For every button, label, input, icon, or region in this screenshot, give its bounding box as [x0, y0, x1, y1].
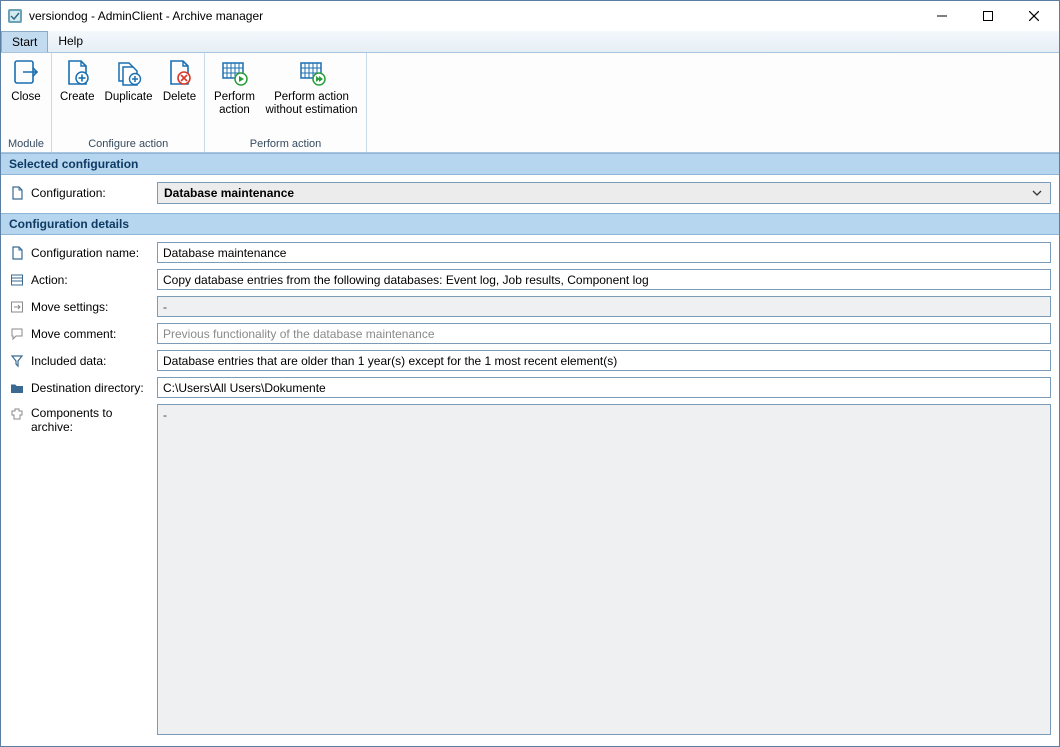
ribbon-group-label: Perform action [209, 137, 361, 152]
app-icon [7, 8, 23, 24]
ribbon-btn-label: Perform action without estimation [265, 91, 357, 117]
window-title: versiondog - AdminClient - Archive manag… [29, 9, 919, 23]
duplicate-button[interactable]: Duplicate [101, 55, 157, 106]
config-name-field[interactable] [157, 242, 1051, 263]
close-icon [1029, 11, 1039, 21]
menu-start[interactable]: Start [1, 31, 48, 52]
chevron-down-icon [1032, 188, 1050, 198]
perform-icon [218, 57, 250, 89]
delete-button[interactable]: Delete [158, 55, 200, 106]
perform-noest-icon [296, 57, 328, 89]
titlebar: versiondog - AdminClient - Archive manag… [1, 1, 1059, 31]
minimize-button[interactable] [919, 1, 965, 31]
action-icon [9, 272, 25, 288]
close-button[interactable]: Close [5, 55, 47, 106]
ribbon-btn-label: Duplicate [105, 91, 153, 104]
destination-field[interactable] [157, 377, 1051, 398]
included-data-field[interactable] [157, 350, 1051, 371]
move-settings-icon [9, 299, 25, 315]
minimize-icon [937, 11, 947, 21]
doc-dup-icon [113, 57, 145, 89]
ribbon-group-label: Configure action [56, 137, 200, 152]
move-comment-label: Move comment: [31, 327, 151, 341]
ribbon-btn-label: Create [60, 91, 95, 104]
components-icon [9, 406, 25, 422]
document-icon [9, 245, 25, 261]
maximize-button[interactable] [965, 1, 1011, 31]
ribbon-group-module: Close Module [1, 53, 52, 152]
comment-icon [9, 326, 25, 342]
ribbon-btn-label: Perform action [214, 91, 255, 117]
window-controls [919, 1, 1057, 31]
config-name-label: Configuration name: [31, 246, 151, 260]
perform-no-estimation-button[interactable]: Perform action without estimation [261, 55, 361, 119]
maximize-icon [983, 11, 993, 21]
perform-action-button[interactable]: Perform action [209, 55, 259, 119]
configuration-dropdown-value: Database maintenance [158, 186, 1032, 200]
close-window-button[interactable] [1011, 1, 1057, 31]
close-module-icon [10, 57, 42, 89]
included-data-label: Included data: [31, 354, 151, 368]
menu-help[interactable]: Help [48, 31, 93, 52]
doc-plus-icon [61, 57, 93, 89]
move-settings-label: Move settings: [31, 300, 151, 314]
ribbon-group-configure: Create Duplicate [52, 53, 205, 152]
ribbon-btn-label: Delete [163, 91, 196, 104]
folder-icon [9, 380, 25, 396]
move-settings-field [157, 296, 1051, 317]
create-button[interactable]: Create [56, 55, 99, 106]
ribbon: Close Module Create [1, 53, 1059, 153]
ribbon-group-perform: Perform action Perform action without es… [205, 53, 366, 152]
action-field[interactable] [157, 269, 1051, 290]
configuration-dropdown[interactable]: Database maintenance [157, 182, 1051, 204]
filter-icon [9, 353, 25, 369]
doc-delete-icon [163, 57, 195, 89]
ribbon-btn-label: Close [11, 91, 40, 104]
destination-label: Destination directory: [31, 381, 151, 395]
move-comment-field[interactable] [157, 323, 1051, 344]
components-label: Components to archive: [31, 406, 151, 434]
action-label: Action: [31, 273, 151, 287]
configuration-details-header: Configuration details [1, 213, 1059, 235]
ribbon-group-label: Module [5, 137, 47, 152]
menubar: Start Help [1, 31, 1059, 53]
document-icon [9, 185, 25, 201]
configuration-label: Configuration: [31, 186, 151, 200]
selected-configuration-header: Selected configuration [1, 153, 1059, 175]
components-to-archive-box: - [157, 404, 1051, 735]
